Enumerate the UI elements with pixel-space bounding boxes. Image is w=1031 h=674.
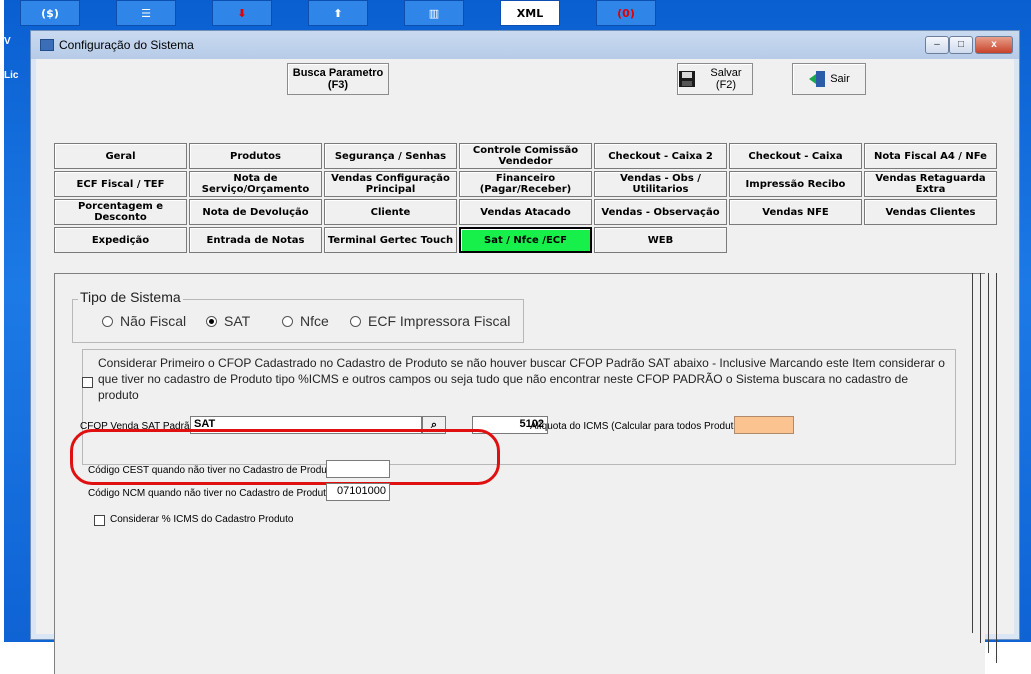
ncm-label: Código NCM quando não tiver no Cadastro … bbox=[88, 488, 337, 499]
icms-checkbox[interactable] bbox=[94, 515, 105, 526]
minimize-button[interactable]: – bbox=[925, 36, 949, 54]
tab-terminal-gertec[interactable]: Terminal Gertec Touch bbox=[324, 227, 457, 253]
cfop-priority-checkbox[interactable] bbox=[82, 377, 93, 388]
exit-door-icon bbox=[808, 70, 826, 88]
radio-sat[interactable]: SAT bbox=[206, 313, 250, 329]
tab-geral[interactable]: Geral bbox=[54, 143, 187, 169]
radio-label: Não Fiscal bbox=[120, 313, 187, 329]
tab-nota-fiscal-a4[interactable]: Nota Fiscal A4 / NFe bbox=[864, 143, 997, 169]
title-bar[interactable]: Configuração do Sistema – □ x bbox=[31, 31, 1019, 59]
tab-financeiro[interactable]: Financeiro (Pagar/Receber) bbox=[459, 171, 592, 197]
radio-ecf[interactable]: ECF Impressora Fiscal bbox=[350, 313, 510, 329]
tab-vendas-atacado[interactable]: Vendas Atacado bbox=[459, 199, 592, 225]
tab-porcentagem-desconto[interactable]: Porcentagem e Desconto bbox=[54, 199, 187, 225]
exit-label: Sair bbox=[830, 73, 850, 85]
tab-entrada-notas[interactable]: Entrada de Notas bbox=[189, 227, 322, 253]
tab-vendas-nfe[interactable]: Vendas NFE bbox=[729, 199, 862, 225]
maximize-button[interactable]: □ bbox=[949, 36, 973, 54]
radio-circle bbox=[350, 315, 361, 327]
cest-label: Código CEST quando não tiver no Cadastro… bbox=[88, 465, 341, 476]
panel-stack-edge bbox=[972, 273, 973, 633]
tab-vendas-config-principal[interactable]: Vendas Configuração Principal bbox=[324, 171, 457, 197]
tab-vendas-obs-utilitarios[interactable]: Vendas - Obs / Utilitarios bbox=[594, 171, 727, 197]
tab-nota-servico[interactable]: Nota de Serviço/Orçamento bbox=[189, 171, 322, 197]
tab-vendas-clientes[interactable]: Vendas Clientes bbox=[864, 199, 997, 225]
radio-label: Nfce bbox=[300, 313, 329, 329]
window-icon bbox=[40, 39, 54, 51]
money-icon[interactable]: ($) bbox=[20, 0, 80, 26]
window-content: Busca Parametro (F3) Salvar (F2) Sair Ge… bbox=[36, 59, 1014, 674]
config-window: Configuração do Sistema – □ x Busca Para… bbox=[30, 30, 1020, 674]
tab-checkout-caixa-2[interactable]: Checkout - Caixa 2 bbox=[594, 143, 727, 169]
radio-nfce[interactable]: Nfce bbox=[282, 313, 329, 329]
highlight-oval bbox=[70, 429, 500, 485]
radio-label: ECF Impressora Fiscal bbox=[368, 313, 511, 329]
side-text-2: Lic bbox=[4, 70, 19, 81]
download-icon[interactable]: ⬇ bbox=[212, 0, 272, 26]
tab-cliente[interactable]: Cliente bbox=[324, 199, 457, 225]
tab-controle-comissao[interactable]: Controle Comissão Vendedor bbox=[459, 143, 592, 169]
stop-icon[interactable]: (0) bbox=[596, 0, 656, 26]
tab-seguranca-senhas[interactable]: Segurança / Senhas bbox=[324, 143, 457, 169]
search-parameter-label: Busca Parametro (F3) bbox=[292, 67, 384, 91]
tab-ecf-fiscal-tef[interactable]: ECF Fiscal / TEF bbox=[54, 171, 187, 197]
window-title: Configuração do Sistema bbox=[59, 38, 194, 52]
ncm-input[interactable]: 07101000 bbox=[326, 483, 390, 501]
side-text-1: V bbox=[4, 36, 11, 47]
system-type-legend: Tipo de Sistema bbox=[78, 289, 183, 305]
tab-vendas-observacao[interactable]: Vendas - Observação bbox=[594, 199, 727, 225]
upload-icon[interactable]: ⬆ bbox=[308, 0, 368, 26]
radio-circle-selected bbox=[206, 315, 217, 327]
tab-produtos[interactable]: Produtos bbox=[189, 143, 322, 169]
radio-circle bbox=[282, 315, 293, 327]
aliquota-label: Alíquota do ICMS (Calcular para todos Pr… bbox=[530, 421, 748, 432]
close-button[interactable]: x bbox=[975, 36, 1013, 54]
save-button[interactable]: Salvar (F2) bbox=[677, 63, 753, 95]
taskbar: ($) ☰ ⬇ ⬆ ▥ XML (0) bbox=[20, 0, 656, 26]
tab-vendas-retaguarda-extra[interactable]: Vendas Retaguarda Extra bbox=[864, 171, 997, 197]
icms-checkbox-label: Considerar % ICMS do Cadastro Produto bbox=[110, 514, 294, 525]
panel-stack-edge bbox=[996, 273, 997, 663]
save-label: Salvar (F2) bbox=[710, 67, 742, 91]
aliquota-input[interactable] bbox=[734, 416, 794, 434]
tab-checkout-caixa[interactable]: Checkout - Caixa bbox=[729, 143, 862, 169]
tab-web[interactable]: WEB bbox=[594, 227, 727, 253]
xml-icon[interactable]: XML bbox=[500, 0, 560, 26]
panel-stack-edge bbox=[988, 273, 989, 653]
panel-stack-edge bbox=[980, 273, 981, 643]
search-parameter-button[interactable]: Busca Parametro (F3) bbox=[287, 63, 389, 95]
radio-nao-fiscal[interactable]: Não Fiscal bbox=[102, 313, 186, 329]
tab-nota-devolucao[interactable]: Nota de Devolução bbox=[189, 199, 322, 225]
cest-input[interactable] bbox=[326, 460, 390, 478]
chart-icon[interactable]: ▥ bbox=[404, 0, 464, 26]
save-icon bbox=[678, 70, 696, 88]
tab-expedicao[interactable]: Expedição bbox=[54, 227, 187, 253]
radio-label: SAT bbox=[224, 313, 251, 329]
exit-button[interactable]: Sair bbox=[792, 63, 866, 95]
radio-circle bbox=[102, 315, 113, 327]
tab-impressao-recibo[interactable]: Impressão Recibo bbox=[729, 171, 862, 197]
document-icon[interactable]: ☰ bbox=[116, 0, 176, 26]
cfop-priority-note: Considerar Primeiro o CFOP Cadastrado no… bbox=[98, 356, 945, 402]
tab-sat-nfce-ecf[interactable]: Sat / Nfce /ECF bbox=[459, 227, 592, 253]
